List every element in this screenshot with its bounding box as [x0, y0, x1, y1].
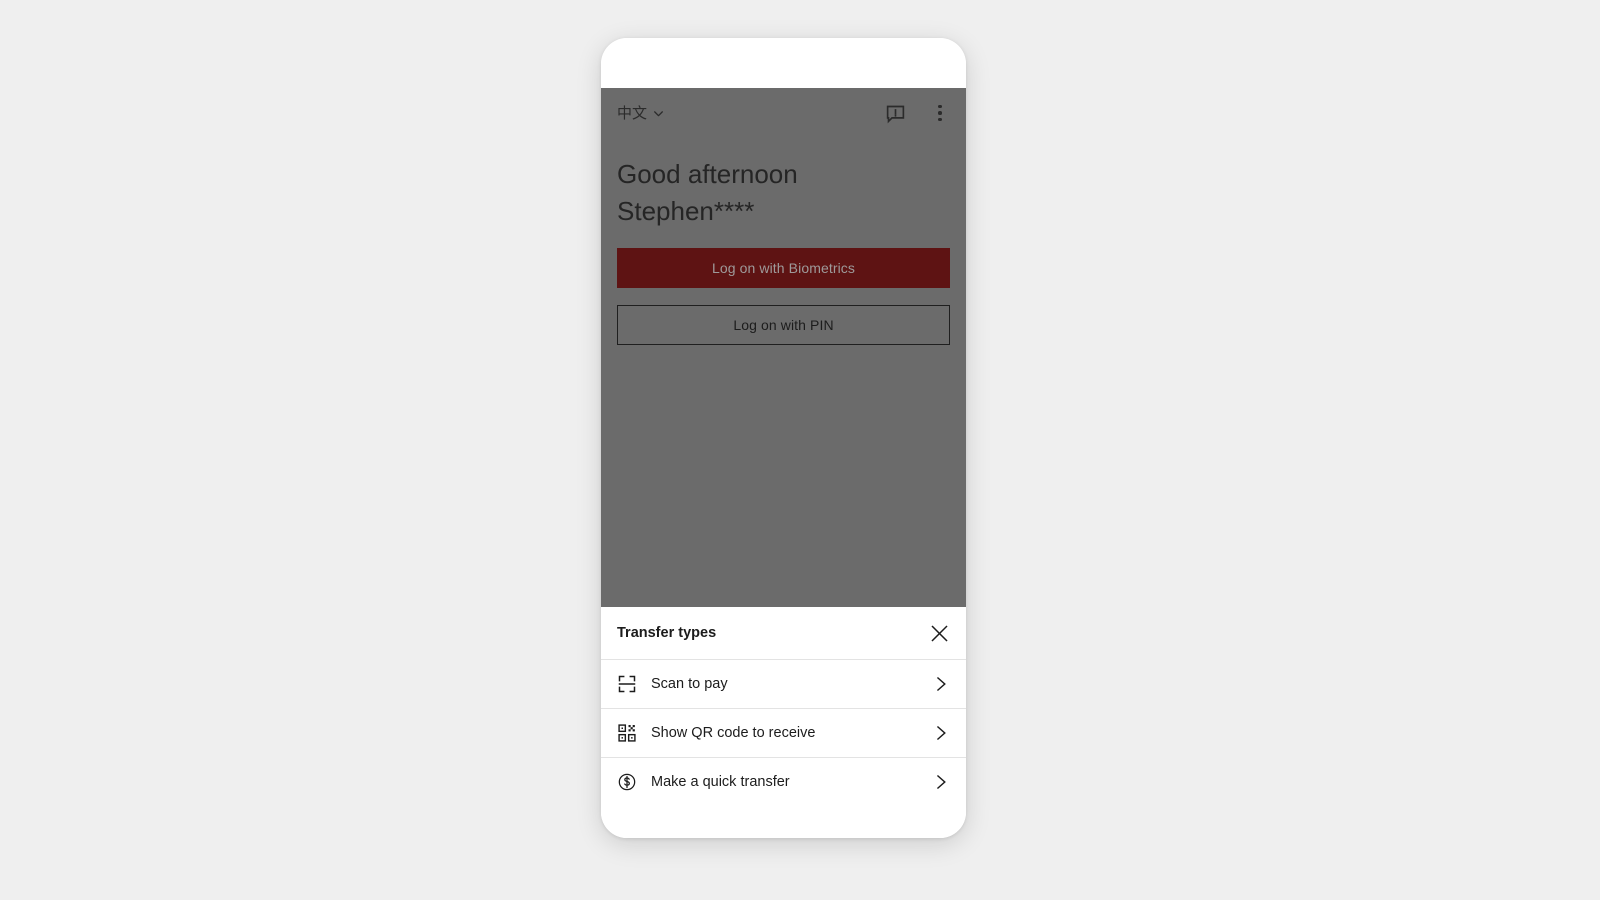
- phone-device-frame: 中文 Good afternoon Stephen**** Log on wit…: [601, 38, 966, 838]
- transfer-type-label: Make a quick transfer: [651, 774, 790, 790]
- log-on-with-pin-button[interactable]: Log on with PIN: [617, 305, 950, 345]
- overflow-menu-icon[interactable]: [930, 103, 950, 124]
- chevron-right-icon: [932, 675, 950, 693]
- close-icon[interactable]: [929, 623, 950, 644]
- transfer-type-row-scan-to-pay[interactable]: Scan to pay: [601, 659, 966, 708]
- overflow-dot: [938, 104, 942, 109]
- transfer-type-label: Scan to pay: [651, 676, 728, 692]
- dollar-circle-icon: [617, 772, 637, 792]
- overflow-dot: [938, 117, 942, 122]
- language-switcher[interactable]: 中文: [617, 106, 665, 121]
- app-bar: 中文: [601, 88, 966, 138]
- message-alert-icon[interactable]: [885, 103, 906, 124]
- log-on-with-biometrics-button[interactable]: Log on with Biometrics: [617, 248, 950, 288]
- language-label: 中文: [617, 104, 648, 122]
- logon-buttons: Log on with Biometrics Log on with PIN: [601, 230, 966, 345]
- bottom-sheet-padding: [601, 806, 966, 838]
- scan-frame-icon: [617, 674, 637, 694]
- bottom-sheet-title: Transfer types: [617, 625, 717, 641]
- greeting-line-2: Stephen****: [617, 196, 755, 226]
- transfer-type-label: Show QR code to receive: [651, 725, 816, 741]
- chevron-down-icon: [652, 107, 665, 120]
- transfer-types-bottom-sheet: Transfer types Scan to pay Show QR code …: [601, 607, 966, 838]
- chevron-right-icon: [932, 724, 950, 742]
- qr-code-icon: [617, 723, 637, 743]
- greeting-line-1: Good afternoon: [617, 159, 798, 189]
- overflow-dot: [938, 111, 942, 115]
- transfer-type-row-quick-transfer[interactable]: Make a quick transfer: [601, 757, 966, 806]
- app-screen-scrim: 中文 Good afternoon Stephen**** Log on wit…: [601, 88, 966, 658]
- chevron-right-icon: [932, 773, 950, 791]
- bottom-sheet-header: Transfer types: [601, 607, 966, 659]
- app-bar-actions: [885, 103, 950, 124]
- greeting-block: Good afternoon Stephen****: [601, 138, 966, 230]
- status-bar: [601, 38, 966, 88]
- transfer-type-row-show-qr-code[interactable]: Show QR code to receive: [601, 708, 966, 757]
